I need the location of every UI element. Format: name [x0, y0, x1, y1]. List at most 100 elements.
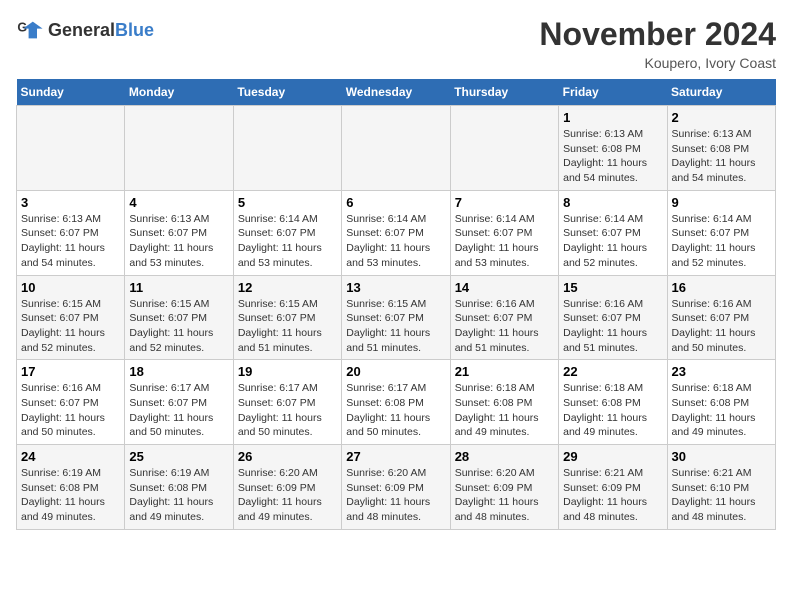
- week-row-3: 10 Sunrise: 6:15 AMSunset: 6:07 PMDayligh…: [17, 275, 776, 360]
- day-number: 29: [563, 449, 662, 464]
- day-number: 9: [672, 195, 771, 210]
- days-header-row: SundayMondayTuesdayWednesdayThursdayFrid…: [17, 79, 776, 106]
- day-header-thursday: Thursday: [450, 79, 558, 106]
- day-detail: Sunrise: 6:14 AMSunset: 6:07 PMDaylight:…: [346, 212, 445, 271]
- calendar-cell: [342, 106, 450, 191]
- day-number: 12: [238, 280, 337, 295]
- day-number: 18: [129, 364, 228, 379]
- day-header-sunday: Sunday: [17, 79, 125, 106]
- day-detail: Sunrise: 6:13 AMSunset: 6:07 PMDaylight:…: [21, 212, 120, 271]
- day-number: 16: [672, 280, 771, 295]
- logo-text-general: General: [48, 20, 115, 40]
- day-number: 25: [129, 449, 228, 464]
- calendar-cell: 11 Sunrise: 6:15 AMSunset: 6:07 PMDayligh…: [125, 275, 233, 360]
- calendar-cell: 23 Sunrise: 6:18 AMSunset: 6:08 PMDayligh…: [667, 360, 775, 445]
- week-row-1: 1 Sunrise: 6:13 AMSunset: 6:08 PMDaylight…: [17, 106, 776, 191]
- day-number: 8: [563, 195, 662, 210]
- day-detail: Sunrise: 6:20 AMSunset: 6:09 PMDaylight:…: [346, 466, 445, 525]
- day-detail: Sunrise: 6:15 AMSunset: 6:07 PMDaylight:…: [129, 297, 228, 356]
- calendar-cell: 3 Sunrise: 6:13 AMSunset: 6:07 PMDaylight…: [17, 190, 125, 275]
- calendar-cell: 8 Sunrise: 6:14 AMSunset: 6:07 PMDaylight…: [559, 190, 667, 275]
- day-detail: Sunrise: 6:16 AMSunset: 6:07 PMDaylight:…: [21, 381, 120, 440]
- calendar-cell: 9 Sunrise: 6:14 AMSunset: 6:07 PMDaylight…: [667, 190, 775, 275]
- calendar-cell: [125, 106, 233, 191]
- calendar-header: SundayMondayTuesdayWednesdayThursdayFrid…: [17, 79, 776, 106]
- day-number: 28: [455, 449, 554, 464]
- day-detail: Sunrise: 6:16 AMSunset: 6:07 PMDaylight:…: [455, 297, 554, 356]
- day-detail: Sunrise: 6:13 AMSunset: 6:07 PMDaylight:…: [129, 212, 228, 271]
- day-number: 26: [238, 449, 337, 464]
- calendar-table: SundayMondayTuesdayWednesdayThursdayFrid…: [16, 79, 776, 530]
- day-number: 11: [129, 280, 228, 295]
- day-number: 23: [672, 364, 771, 379]
- logo: G GeneralBlue: [16, 16, 154, 44]
- main-title: November 2024: [539, 16, 776, 53]
- day-detail: Sunrise: 6:14 AMSunset: 6:07 PMDaylight:…: [672, 212, 771, 271]
- calendar-cell: 12 Sunrise: 6:15 AMSunset: 6:07 PMDayligh…: [233, 275, 341, 360]
- day-detail: Sunrise: 6:16 AMSunset: 6:07 PMDaylight:…: [672, 297, 771, 356]
- day-detail: Sunrise: 6:19 AMSunset: 6:08 PMDaylight:…: [21, 466, 120, 525]
- day-number: 1: [563, 110, 662, 125]
- calendar-cell: 17 Sunrise: 6:16 AMSunset: 6:07 PMDayligh…: [17, 360, 125, 445]
- calendar-cell: 22 Sunrise: 6:18 AMSunset: 6:08 PMDayligh…: [559, 360, 667, 445]
- day-number: 22: [563, 364, 662, 379]
- subtitle: Koupero, Ivory Coast: [539, 55, 776, 71]
- calendar-cell: 29 Sunrise: 6:21 AMSunset: 6:09 PMDayligh…: [559, 445, 667, 530]
- calendar-body: 1 Sunrise: 6:13 AMSunset: 6:08 PMDaylight…: [17, 106, 776, 530]
- calendar-cell: 2 Sunrise: 6:13 AMSunset: 6:08 PMDaylight…: [667, 106, 775, 191]
- day-number: 7: [455, 195, 554, 210]
- day-number: 3: [21, 195, 120, 210]
- day-number: 30: [672, 449, 771, 464]
- day-number: 17: [21, 364, 120, 379]
- day-detail: Sunrise: 6:14 AMSunset: 6:07 PMDaylight:…: [455, 212, 554, 271]
- day-detail: Sunrise: 6:15 AMSunset: 6:07 PMDaylight:…: [238, 297, 337, 356]
- day-number: 14: [455, 280, 554, 295]
- week-row-4: 17 Sunrise: 6:16 AMSunset: 6:07 PMDayligh…: [17, 360, 776, 445]
- day-detail: Sunrise: 6:15 AMSunset: 6:07 PMDaylight:…: [21, 297, 120, 356]
- day-detail: Sunrise: 6:13 AMSunset: 6:08 PMDaylight:…: [672, 127, 771, 186]
- calendar-cell: 27Sunrise: 6:20 AMSunset: 6:09 PMDayligh…: [342, 445, 450, 530]
- logo-text-blue: Blue: [115, 20, 154, 40]
- day-detail: Sunrise: 6:16 AMSunset: 6:07 PMDaylight:…: [563, 297, 662, 356]
- day-header-tuesday: Tuesday: [233, 79, 341, 106]
- calendar-cell: 4 Sunrise: 6:13 AMSunset: 6:07 PMDaylight…: [125, 190, 233, 275]
- day-detail: Sunrise: 6:20 AMSunset: 6:09 PMDaylight:…: [455, 466, 554, 525]
- calendar-cell: 15 Sunrise: 6:16 AMSunset: 6:07 PMDayligh…: [559, 275, 667, 360]
- calendar-cell: 13 Sunrise: 6:15 AMSunset: 6:07 PMDayligh…: [342, 275, 450, 360]
- day-number: 2: [672, 110, 771, 125]
- calendar-cell: 16 Sunrise: 6:16 AMSunset: 6:07 PMDayligh…: [667, 275, 775, 360]
- day-number: 10: [21, 280, 120, 295]
- day-detail: Sunrise: 6:21 AMSunset: 6:10 PMDaylight:…: [672, 466, 771, 525]
- day-detail: Sunrise: 6:14 AMSunset: 6:07 PMDaylight:…: [563, 212, 662, 271]
- calendar-cell: 5 Sunrise: 6:14 AMSunset: 6:07 PMDaylight…: [233, 190, 341, 275]
- day-number: 15: [563, 280, 662, 295]
- calendar-cell: 30 Sunrise: 6:21 AMSunset: 6:10 PMDayligh…: [667, 445, 775, 530]
- day-detail: Sunrise: 6:17 AMSunset: 6:07 PMDaylight:…: [129, 381, 228, 440]
- calendar-cell: 20 Sunrise: 6:17 AMSunset: 6:08 PMDayligh…: [342, 360, 450, 445]
- calendar-cell: 18 Sunrise: 6:17 AMSunset: 6:07 PMDayligh…: [125, 360, 233, 445]
- day-detail: Sunrise: 6:17 AMSunset: 6:08 PMDaylight:…: [346, 381, 445, 440]
- week-row-2: 3 Sunrise: 6:13 AMSunset: 6:07 PMDaylight…: [17, 190, 776, 275]
- day-detail: Sunrise: 6:18 AMSunset: 6:08 PMDaylight:…: [672, 381, 771, 440]
- day-detail: Sunrise: 6:18 AMSunset: 6:08 PMDaylight:…: [455, 381, 554, 440]
- title-area: November 2024 Koupero, Ivory Coast: [539, 16, 776, 71]
- day-number: 4: [129, 195, 228, 210]
- calendar-cell: 26 Sunrise: 6:20 AMSunset: 6:09 PMDayligh…: [233, 445, 341, 530]
- day-detail: Sunrise: 6:19 AMSunset: 6:08 PMDaylight:…: [129, 466, 228, 525]
- day-detail: Sunrise: 6:21 AMSunset: 6:09 PMDaylight:…: [563, 466, 662, 525]
- day-detail: Sunrise: 6:18 AMSunset: 6:08 PMDaylight:…: [563, 381, 662, 440]
- calendar-cell: 28 Sunrise: 6:20 AMSunset: 6:09 PMDayligh…: [450, 445, 558, 530]
- calendar-cell: 7 Sunrise: 6:14 AMSunset: 6:07 PMDaylight…: [450, 190, 558, 275]
- calendar-cell: 14 Sunrise: 6:16 AMSunset: 6:07 PMDayligh…: [450, 275, 558, 360]
- day-detail: Sunrise: 6:20 AMSunset: 6:09 PMDaylight:…: [238, 466, 337, 525]
- day-detail: Sunrise: 6:13 AMSunset: 6:08 PMDaylight:…: [563, 127, 662, 186]
- day-detail: Sunrise: 6:14 AMSunset: 6:07 PMDaylight:…: [238, 212, 337, 271]
- day-number: 20: [346, 364, 445, 379]
- day-number: 5: [238, 195, 337, 210]
- day-header-wednesday: Wednesday: [342, 79, 450, 106]
- day-number: 24: [21, 449, 120, 464]
- day-header-friday: Friday: [559, 79, 667, 106]
- day-detail: Sunrise: 6:15 AMSunset: 6:07 PMDaylight:…: [346, 297, 445, 356]
- day-number: 13: [346, 280, 445, 295]
- calendar-cell: 6Sunrise: 6:14 AMSunset: 6:07 PMDaylight…: [342, 190, 450, 275]
